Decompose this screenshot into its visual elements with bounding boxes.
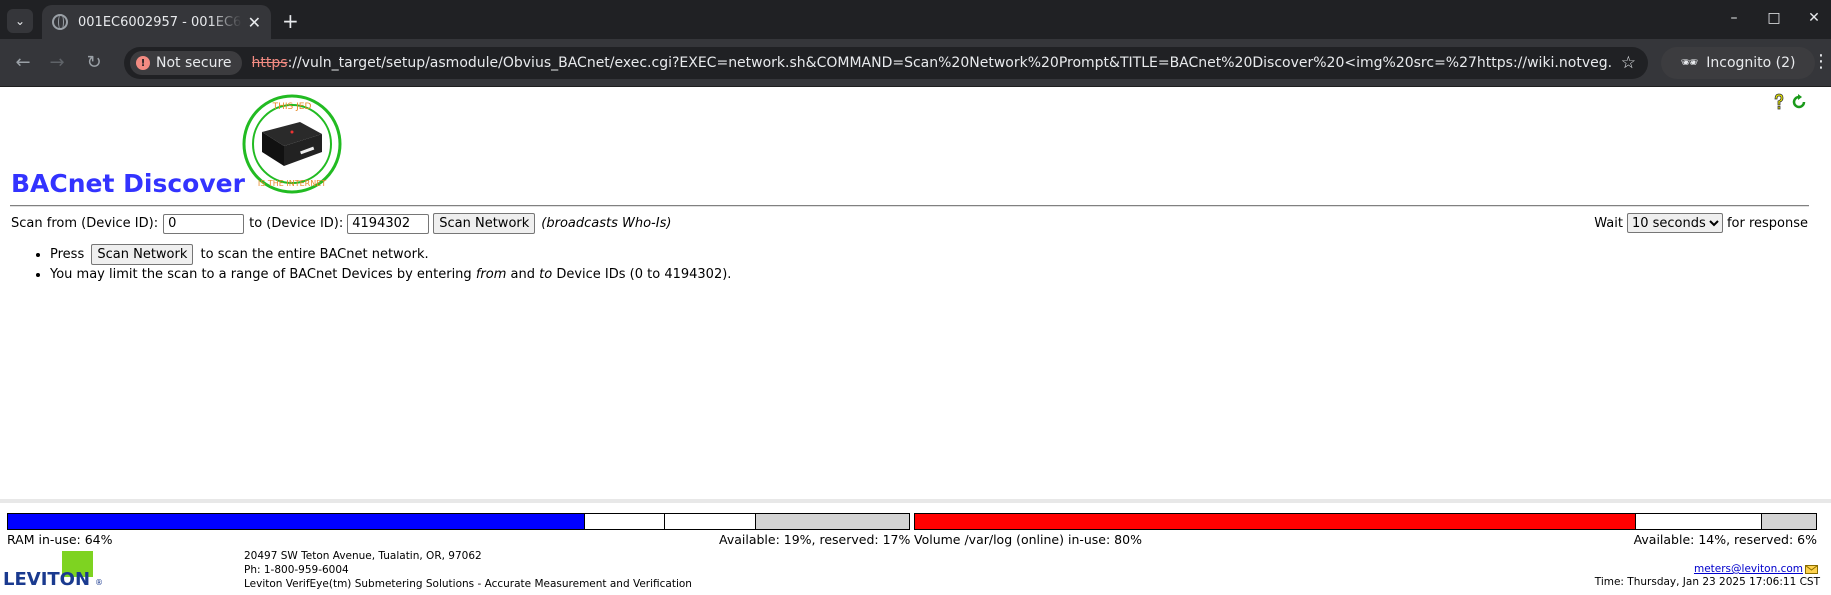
instr2-b: Device IDs (0 to 4194302). <box>556 267 732 282</box>
volume-available-bar <box>1635 514 1762 529</box>
scan-from-input[interactable] <box>163 213 245 234</box>
not-secure-chip[interactable]: ! Not secure <box>130 51 242 75</box>
menu-icon[interactable]: ⋮ <box>1812 51 1830 72</box>
list-item: You may limit the scan to a range of BAC… <box>50 267 731 283</box>
minimize-icon[interactable]: – <box>1724 10 1744 26</box>
bookmark-star-icon[interactable]: ☆ <box>1621 53 1636 73</box>
close-window-icon[interactable]: ✕ <box>1804 10 1824 26</box>
timestamp: Time: Thursday, Jan 23 2025 17:06:11 CST <box>1594 576 1820 588</box>
inline-scan-network-button[interactable]: Scan Network <box>91 244 194 265</box>
phone-line: Ph: 1-800-959-6004 <box>244 564 349 576</box>
scan-form: Scan from (Device ID): to (Device ID): S… <box>11 213 671 234</box>
tab-title: 001EC6002957 - 001EC6002957 <box>78 14 242 30</box>
back-icon[interactable]: ← <box>12 52 34 73</box>
volume-reserved-bar <box>1761 514 1816 529</box>
page-content: THIS JED IS THE INTERNET BACnet Discover… <box>0 87 1831 595</box>
instr1-prefix: Press <box>50 247 85 262</box>
url-scheme: https <box>251 55 288 71</box>
incognito-icon: 🕶 <box>1680 55 1699 71</box>
wait-suffix: for response <box>1726 215 1808 231</box>
scan-from-label: Scan from (Device ID): <box>11 216 159 231</box>
badge-text-top: THIS JED <box>272 102 312 112</box>
url-text[interactable]: https://vuln_target/setup/asmodule/Obviu… <box>252 55 1612 71</box>
tagline: Leviton VerifEye(tm) Submetering Solutio… <box>244 578 692 590</box>
volume-meter <box>914 513 1817 530</box>
incognito-label: Incognito (2) <box>1706 55 1796 71</box>
instr2-from: from <box>475 267 507 282</box>
forward-icon[interactable]: → <box>46 52 68 73</box>
ram-available-bar <box>584 514 666 529</box>
instr1-suffix: to scan the entire BACnet network. <box>200 247 429 262</box>
ram-used-bar <box>8 514 585 529</box>
address-bar[interactable]: ! Not secure https://vuln_target/setup/a… <box>124 47 1648 79</box>
instr2-and: and <box>510 267 535 282</box>
globe-icon <box>52 14 68 30</box>
instructions-list: Press Scan Network to scan the entire BA… <box>50 244 731 285</box>
mail-icon[interactable] <box>1805 565 1818 574</box>
tab-search-button[interactable]: ⌄ <box>7 9 33 33</box>
scan-to-input[interactable] <box>347 213 430 234</box>
reload-icon[interactable]: ↻ <box>83 52 105 73</box>
wait-label: Wait <box>1594 215 1623 231</box>
wait-select[interactable]: 10 seconds <box>1626 213 1723 233</box>
ram-available-label: Available: 19%, reserved: 17% <box>719 532 911 547</box>
badge-logo: THIS JED IS THE INTERNET <box>242 94 342 194</box>
leviton-logo-text: LEVITON <box>3 569 90 589</box>
maximize-icon[interactable]: □ <box>1764 10 1784 26</box>
volume-available-label: Available: 14%, reserved: 6% <box>1633 532 1817 547</box>
warning-icon: ! <box>136 56 150 70</box>
ram-label: RAM in-use: 64% <box>7 532 113 547</box>
help-icon[interactable] <box>1771 93 1787 111</box>
status-footer: RAM in-use: 64% Available: 19%, reserved… <box>0 499 1831 595</box>
volume-used-bar <box>915 514 1636 529</box>
scan-to-label: to (Device ID): <box>249 216 344 231</box>
close-tab-icon[interactable]: ✕ <box>248 13 261 32</box>
scan-note: (broadcasts Who-Is) <box>541 216 672 231</box>
page-title: BACnet Discover <box>11 169 245 198</box>
url-path: ://vuln_target/setup/asmodule/Obvius_BAC… <box>287 55 1612 71</box>
browser-tab[interactable]: 001EC6002957 - 001EC6002957 ✕ <box>42 5 271 39</box>
scan-network-button[interactable]: Scan Network <box>433 213 536 234</box>
refresh-icon[interactable] <box>1791 93 1807 111</box>
ram-available-bar-2 <box>665 514 756 529</box>
instr2-a: You may limit the scan to a range of BAC… <box>50 267 472 282</box>
ram-meter <box>7 513 910 530</box>
browser-tab-bar: ⌄ 001EC6002957 - 001EC6002957 ✕ + – □ ✕ <box>0 0 1831 39</box>
not-secure-label: Not secure <box>156 55 232 71</box>
title-divider <box>10 205 1809 207</box>
list-item: Press Scan Network to scan the entire BA… <box>50 244 731 265</box>
badge-text-bottom: IS THE INTERNET <box>258 179 326 188</box>
wait-control: Wait 10 seconds for response <box>1594 213 1808 233</box>
address-line: 20497 SW Teton Avenue, Tualatin, OR, 970… <box>244 550 482 562</box>
volume-label: Volume /var/log (online) in-use: 80% <box>914 532 1142 547</box>
svg-text:®: ® <box>95 578 103 587</box>
company-address: 20497 SW Teton Avenue, Tualatin, OR, 970… <box>244 549 692 591</box>
incognito-chip[interactable]: 🕶 Incognito (2) <box>1661 47 1815 79</box>
new-tab-button[interactable]: + <box>282 9 299 33</box>
instr2-to: to <box>539 267 553 282</box>
chevron-down-icon: ⌄ <box>14 14 26 28</box>
ram-reserved-bar <box>755 514 909 529</box>
leviton-logo: LEVITON ® <box>3 551 103 589</box>
email-link[interactable]: meters@leviton.com <box>1694 563 1803 575</box>
browser-toolbar: ← → ↻ ! Not secure https://vuln_target/s… <box>0 39 1831 87</box>
